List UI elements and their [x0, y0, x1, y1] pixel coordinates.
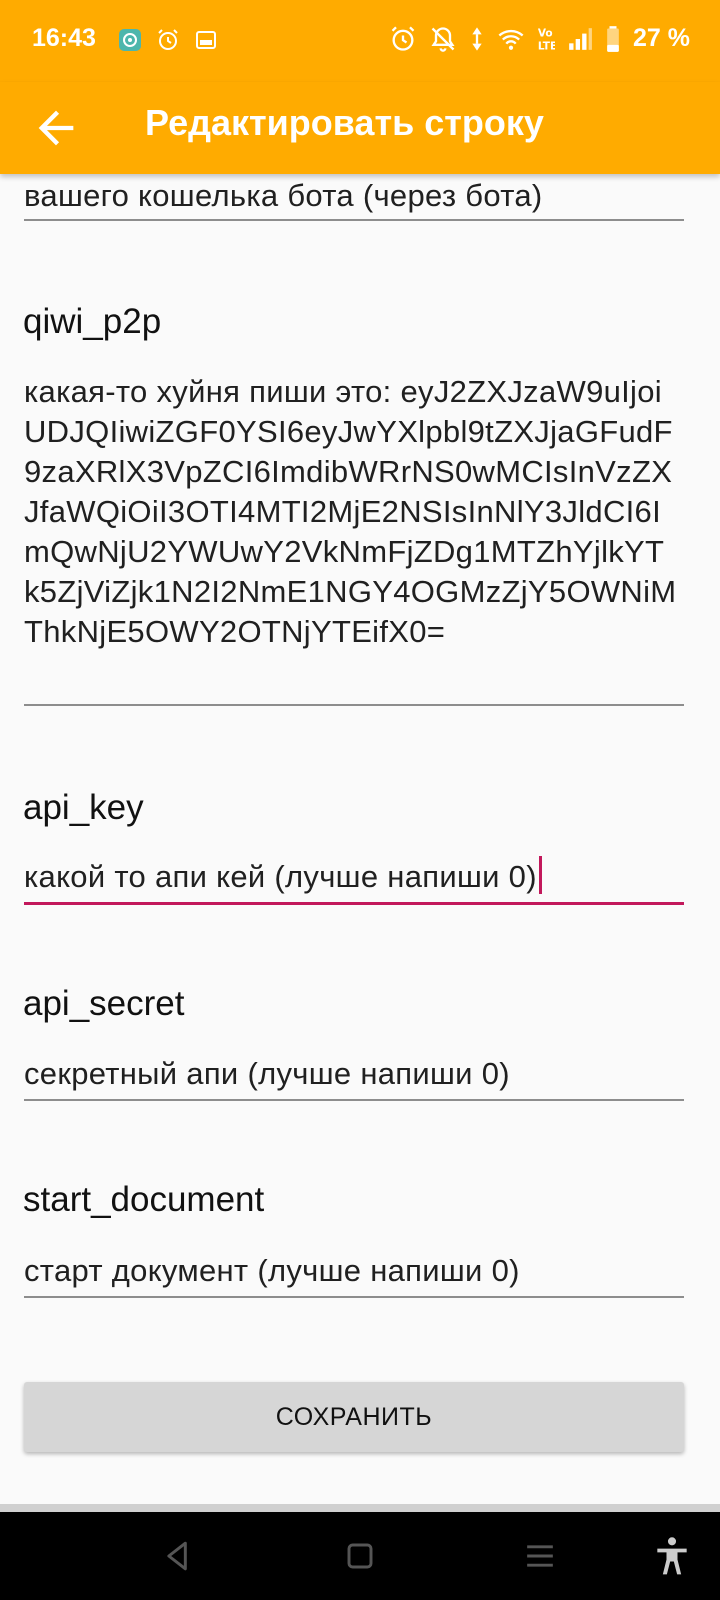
arrow-left-icon — [38, 110, 74, 146]
status-time: 16:43 — [32, 24, 96, 52]
navigation-bar — [0, 1512, 720, 1600]
app-bar: Редактировать строку — [0, 82, 720, 174]
start-document-input[interactable]: старт документ (лучше напиши 0) — [24, 1251, 680, 1291]
content-bottom-edge — [0, 1504, 720, 1512]
nav-menu-button[interactable] — [518, 1534, 562, 1578]
status-bar: 16:43 Vo LT 27 % — [0, 0, 720, 82]
triangle-back-icon — [167, 1541, 187, 1571]
api-secret-underline — [24, 1099, 684, 1101]
app-notification-icon — [119, 29, 141, 51]
api-key-value: какой то апи кей (лучше напиши 0) — [24, 859, 537, 894]
back-button[interactable] — [30, 102, 82, 154]
signal-icon — [569, 27, 592, 50]
alarm-icon — [391, 26, 415, 51]
status-right: Vo LTE 27 % — [389, 24, 690, 53]
notification-icons — [118, 28, 218, 52]
api-key-underline — [24, 902, 684, 905]
square-home-icon — [347, 1543, 373, 1569]
qiwi-p2p-input[interactable]: какая-то хуйня пиши это: eyJ2ZXJzaW9uIjo… — [24, 372, 680, 652]
qiwi-p2p-label: qiwi_p2p — [23, 302, 162, 341]
wallet-input-underline — [24, 219, 684, 221]
nav-back-button[interactable] — [156, 1534, 200, 1578]
wifi-icon — [498, 29, 524, 50]
svg-text:LTE: LTE — [538, 40, 555, 52]
qiwi-p2p-underline — [24, 704, 684, 706]
accessibility-icon — [657, 1537, 687, 1575]
accessibility-button[interactable] — [650, 1534, 694, 1578]
nav-home-button[interactable] — [338, 1534, 382, 1578]
image-notification-icon — [196, 31, 216, 49]
alarm-icon — [158, 29, 178, 50]
wallet-input[interactable]: вашего кошелька бота (через бота) — [24, 176, 680, 216]
page-title: Редактировать строку — [145, 102, 544, 143]
start-document-underline — [24, 1296, 684, 1298]
text-cursor — [538, 856, 542, 894]
menu-lines-icon — [527, 1545, 553, 1567]
start-document-label: start_document — [23, 1180, 265, 1219]
edit-form[interactable]: вашего кошелька бота (через бота) qiwi_p… — [0, 174, 720, 1512]
api-secret-label: api_secret — [23, 984, 185, 1023]
svg-text:Vo: Vo — [538, 27, 553, 39]
save-button[interactable]: СОХРАНИТЬ — [24, 1382, 684, 1452]
mute-icon — [431, 26, 455, 52]
data-arrows-icon — [472, 26, 482, 51]
volte-icon: Vo LTE — [538, 27, 555, 52]
battery-percent: 27 % — [633, 24, 690, 52]
api-key-input[interactable]: какой то апи кей (лучше напиши 0) — [24, 856, 680, 897]
api-key-label: api_key — [23, 788, 144, 827]
battery-icon — [607, 25, 619, 52]
api-secret-input[interactable]: секретный апи (лучше напиши 0) — [24, 1054, 680, 1094]
